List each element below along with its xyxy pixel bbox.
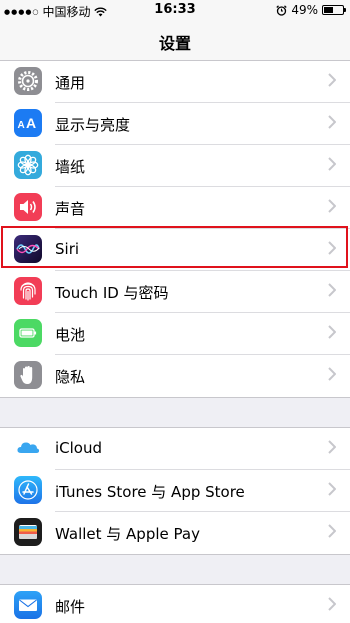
hand-icon [14, 361, 42, 389]
settings-row-touch-id[interactable]: Touch ID 与密码 [0, 271, 350, 313]
gear-icon [14, 67, 42, 95]
settings-row-mail[interactable]: 邮件 [0, 585, 350, 623]
cloud-icon [14, 434, 42, 462]
settings-row-wallpaper[interactable]: 墙纸 [0, 145, 350, 187]
chevron-right-icon [328, 115, 336, 129]
settings-group-apps: 邮件 [0, 584, 350, 623]
settings-row-label: 墙纸 [55, 158, 86, 176]
settings-row-privacy[interactable]: 隐私 [0, 355, 350, 397]
settings-row-wallet[interactable]: Wallet 与 Apple Pay [0, 512, 350, 554]
settings-row-label: iTunes Store 与 App Store [55, 483, 245, 501]
settings-row-label: 电池 [55, 326, 86, 344]
settings-row-label: 隐私 [55, 368, 86, 386]
settings-row-siri[interactable]: Siri [0, 229, 350, 271]
settings-row-display[interactable]: A A 显示与亮度 [0, 103, 350, 145]
siri-icon [14, 235, 42, 263]
settings-group-general: 通用 A A 显示与亮度 墙纸 声音 Siri Touch ID 与密码 电池 … [0, 60, 350, 398]
settings-row-label: iCloud [55, 439, 103, 457]
alarm-icon [276, 4, 287, 16]
svg-text:A: A [18, 120, 25, 131]
navigation-bar: 设置 [0, 20, 350, 62]
chevron-right-icon [328, 524, 336, 538]
flower-icon [14, 151, 42, 179]
text-size-icon: A A [14, 109, 42, 137]
settings-row-battery[interactable]: 电池 [0, 313, 350, 355]
settings-row-label: Touch ID 与密码 [55, 284, 169, 302]
battery-percent: 49% [291, 3, 318, 17]
page-title: 设置 [158, 34, 191, 53]
settings-row-icloud[interactable]: iCloud [0, 428, 350, 470]
settings-row-general[interactable]: 通用 [0, 61, 350, 103]
settings-row-label: 显示与亮度 [55, 116, 131, 134]
fingerprint-icon [14, 277, 42, 305]
settings-group-accounts: iCloud iTunes Store 与 App Store Wallet 与… [0, 427, 350, 555]
chevron-right-icon [328, 157, 336, 171]
mail-icon [14, 591, 42, 619]
chevron-right-icon [328, 199, 336, 213]
settings-row-label: Wallet 与 Apple Pay [55, 525, 200, 543]
chevron-right-icon [328, 325, 336, 339]
battery-status-icon [322, 5, 346, 15]
status-bar: ●●●●○ 中国移动 16:33 49% [0, 0, 350, 20]
settings-row-label: 通用 [55, 74, 86, 92]
settings-row-label: 声音 [55, 200, 86, 218]
chevron-right-icon [328, 440, 336, 454]
chevron-right-icon [328, 241, 336, 255]
app-store-icon [14, 476, 42, 504]
chevron-right-icon [328, 283, 336, 297]
settings-row-sounds[interactable]: 声音 [0, 187, 350, 229]
battery-icon [14, 319, 42, 347]
status-right: 49% [276, 3, 346, 17]
settings-row-label: Siri [55, 240, 80, 258]
svg-text:A: A [26, 115, 36, 131]
chevron-right-icon [328, 597, 336, 611]
wallet-icon [14, 518, 42, 546]
chevron-right-icon [328, 73, 336, 87]
settings-row-itunes-app-store[interactable]: iTunes Store 与 App Store [0, 470, 350, 512]
chevron-right-icon [328, 367, 336, 381]
chevron-right-icon [328, 482, 336, 496]
settings-row-label: 邮件 [55, 598, 86, 616]
speaker-icon [14, 193, 42, 221]
